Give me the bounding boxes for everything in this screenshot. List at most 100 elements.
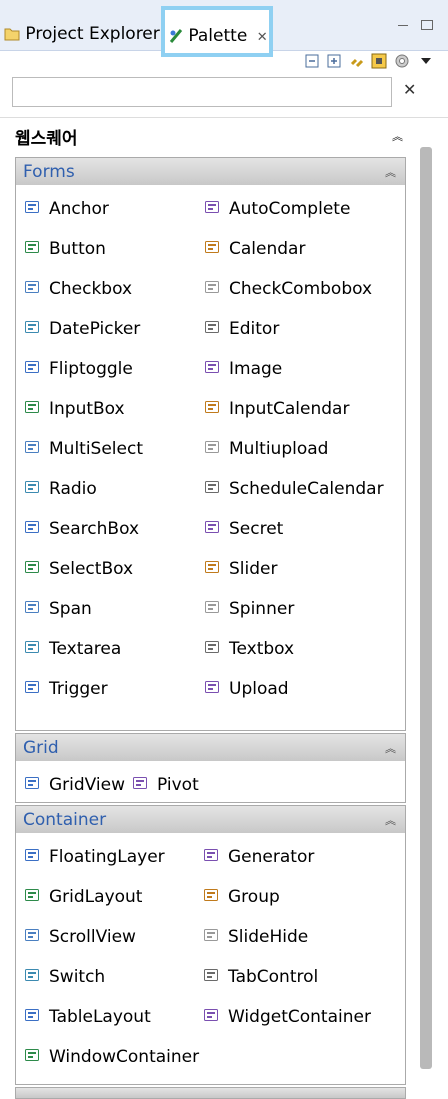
collapse-all-icon[interactable] xyxy=(305,53,321,69)
palette-search-input[interactable] xyxy=(12,77,392,107)
drawer-container-label: Container xyxy=(23,810,107,830)
palette-group-title[interactable]: 웹스퀘어 xyxy=(15,124,78,149)
tab-project-explorer-label: Project Explorer xyxy=(25,24,160,44)
palette-item-switch[interactable]: Switch xyxy=(24,965,105,989)
checkcombobox-icon xyxy=(204,279,220,295)
palette-item-floatinglayer[interactable]: FloatingLayer xyxy=(24,845,165,869)
palette-item-label: Generator xyxy=(228,847,315,867)
textbox-icon xyxy=(204,639,220,655)
autocomplete-icon xyxy=(204,199,220,215)
palette-item-label: Fliptoggle xyxy=(49,359,133,379)
image-icon xyxy=(204,359,220,375)
windowcontainer-icon xyxy=(24,1047,40,1063)
gridview-icon xyxy=(24,775,40,791)
palette-item-tabcontrol[interactable]: TabControl xyxy=(203,965,318,989)
palette-item-label: DatePicker xyxy=(49,319,141,339)
palette-item-gridlayout[interactable]: GridLayout xyxy=(24,885,142,909)
palette-item-spinner[interactable]: Spinner xyxy=(204,597,294,621)
palette-item-label: Editor xyxy=(229,319,280,339)
maximize-icon[interactable] xyxy=(421,20,433,30)
palette-item-image[interactable]: Image xyxy=(204,357,282,381)
link-icon[interactable] xyxy=(349,53,365,69)
settings-gear-icon[interactable] xyxy=(394,53,410,69)
folder-icon xyxy=(4,24,20,44)
expand-all-icon[interactable] xyxy=(327,53,343,69)
drawer-next-header[interactable] xyxy=(15,1087,406,1099)
palette-item-schedulecalendar[interactable]: ScheduleCalendar xyxy=(204,477,384,501)
palette-item-label: Calendar xyxy=(229,239,306,259)
palette-item-textbox[interactable]: Textbox xyxy=(204,637,294,661)
palette-item-widgetcontainer[interactable]: WidgetContainer xyxy=(203,1005,371,1029)
palette-item-label: Span xyxy=(49,599,92,619)
floatinglayer-icon xyxy=(24,847,40,863)
palette-item-multiselect[interactable]: MultiSelect xyxy=(24,437,143,461)
button-icon xyxy=(24,239,40,255)
drawer-forms-header[interactable]: Forms ︽ xyxy=(15,157,406,186)
spinner-icon xyxy=(204,599,220,615)
palette-item-gridview[interactable]: GridView xyxy=(24,773,125,797)
drawer-container-collapse-icon[interactable]: ︽ xyxy=(385,812,396,828)
palette-item-group[interactable]: Group xyxy=(203,885,280,909)
palette-item-searchbox[interactable]: SearchBox xyxy=(24,517,139,541)
palette-item-trigger[interactable]: Trigger xyxy=(24,677,108,701)
drawer-forms-label: Forms xyxy=(23,162,75,182)
palette-item-editor[interactable]: Editor xyxy=(204,317,279,341)
palette-item-label: WindowContainer xyxy=(49,1047,200,1067)
tab-project-explorer[interactable]: Project Explorer xyxy=(4,18,160,50)
palette-item-upload[interactable]: Upload xyxy=(204,677,289,701)
palette-item-slidehide[interactable]: SlideHide xyxy=(203,925,308,949)
palette-item-checkbox[interactable]: Checkbox xyxy=(24,277,132,301)
palette-item-label: ScrollView xyxy=(49,927,136,947)
drawer-grid-header[interactable]: Grid ︽ xyxy=(15,733,406,762)
palette-item-checkcombobox[interactable]: CheckCombobox xyxy=(204,277,372,301)
schedulecalendar-icon xyxy=(204,479,220,495)
drawer-container-header[interactable]: Container ︽ xyxy=(15,805,406,834)
palette-item-label: Pivot xyxy=(157,775,199,795)
palette-item-pivot[interactable]: Pivot xyxy=(132,773,199,797)
palette-item-label: Spinner xyxy=(229,599,295,619)
palette-item-autocomplete[interactable]: AutoComplete xyxy=(204,197,350,221)
customize-icon[interactable] xyxy=(371,53,387,69)
editor-icon xyxy=(204,319,220,335)
slider-icon xyxy=(204,559,220,575)
datepicker-icon xyxy=(24,319,40,335)
palette-item-inputbox[interactable]: InputBox xyxy=(24,397,125,421)
palette-item-scrollview[interactable]: ScrollView xyxy=(24,925,136,949)
palette-item-label: AutoComplete xyxy=(229,199,351,219)
vertical-scrollbar[interactable] xyxy=(420,147,432,1069)
palette-item-slider[interactable]: Slider xyxy=(204,557,277,581)
palette-item-label: FloatingLayer xyxy=(49,847,165,867)
palette-item-anchor[interactable]: Anchor xyxy=(24,197,109,221)
palette-item-tablelayout[interactable]: TableLayout xyxy=(24,1005,151,1029)
palette-item-textarea[interactable]: Textarea xyxy=(24,637,121,661)
generator-icon xyxy=(203,847,219,863)
palette-item-label: Secret xyxy=(229,519,284,539)
drawer-forms-collapse-icon[interactable]: ︽ xyxy=(385,164,396,180)
tab-palette[interactable]: Palette ✕ xyxy=(161,6,273,57)
palette-item-button[interactable]: Button xyxy=(24,237,106,261)
palette-item-label: SelectBox xyxy=(49,559,134,579)
clear-search-icon[interactable]: ✕ xyxy=(403,80,416,99)
palette-item-fliptoggle[interactable]: Fliptoggle xyxy=(24,357,133,381)
multiselect-icon xyxy=(24,439,40,455)
palette-item-calendar[interactable]: Calendar xyxy=(204,237,305,261)
palette-item-label: Checkbox xyxy=(49,279,133,299)
drawer-grid-collapse-icon[interactable]: ︽ xyxy=(385,740,396,756)
palette-item-radio[interactable]: Radio xyxy=(24,477,97,501)
palette-item-inputcalendar[interactable]: InputCalendar xyxy=(204,397,349,421)
palette-item-selectbox[interactable]: SelectBox xyxy=(24,557,133,581)
palette-item-secret[interactable]: Secret xyxy=(204,517,283,541)
group-collapse-icon[interactable]: ︽ xyxy=(392,128,403,144)
palette-item-datepicker[interactable]: DatePicker xyxy=(24,317,140,341)
palette-item-span[interactable]: Span xyxy=(24,597,92,621)
view-menu-icon[interactable] xyxy=(419,53,435,69)
palette-item-label: CheckCombobox xyxy=(229,279,373,299)
span-icon xyxy=(24,599,40,615)
palette-item-windowcontainer[interactable]: WindowContainer xyxy=(24,1045,199,1069)
minimize-icon[interactable] xyxy=(398,25,408,28)
palette-item-multiupload[interactable]: Multiupload xyxy=(204,437,328,461)
palette-item-label: InputBox xyxy=(49,399,125,419)
group-icon xyxy=(203,887,219,903)
tab-close-icon[interactable]: ✕ xyxy=(257,30,268,45)
palette-item-generator[interactable]: Generator xyxy=(203,845,314,869)
